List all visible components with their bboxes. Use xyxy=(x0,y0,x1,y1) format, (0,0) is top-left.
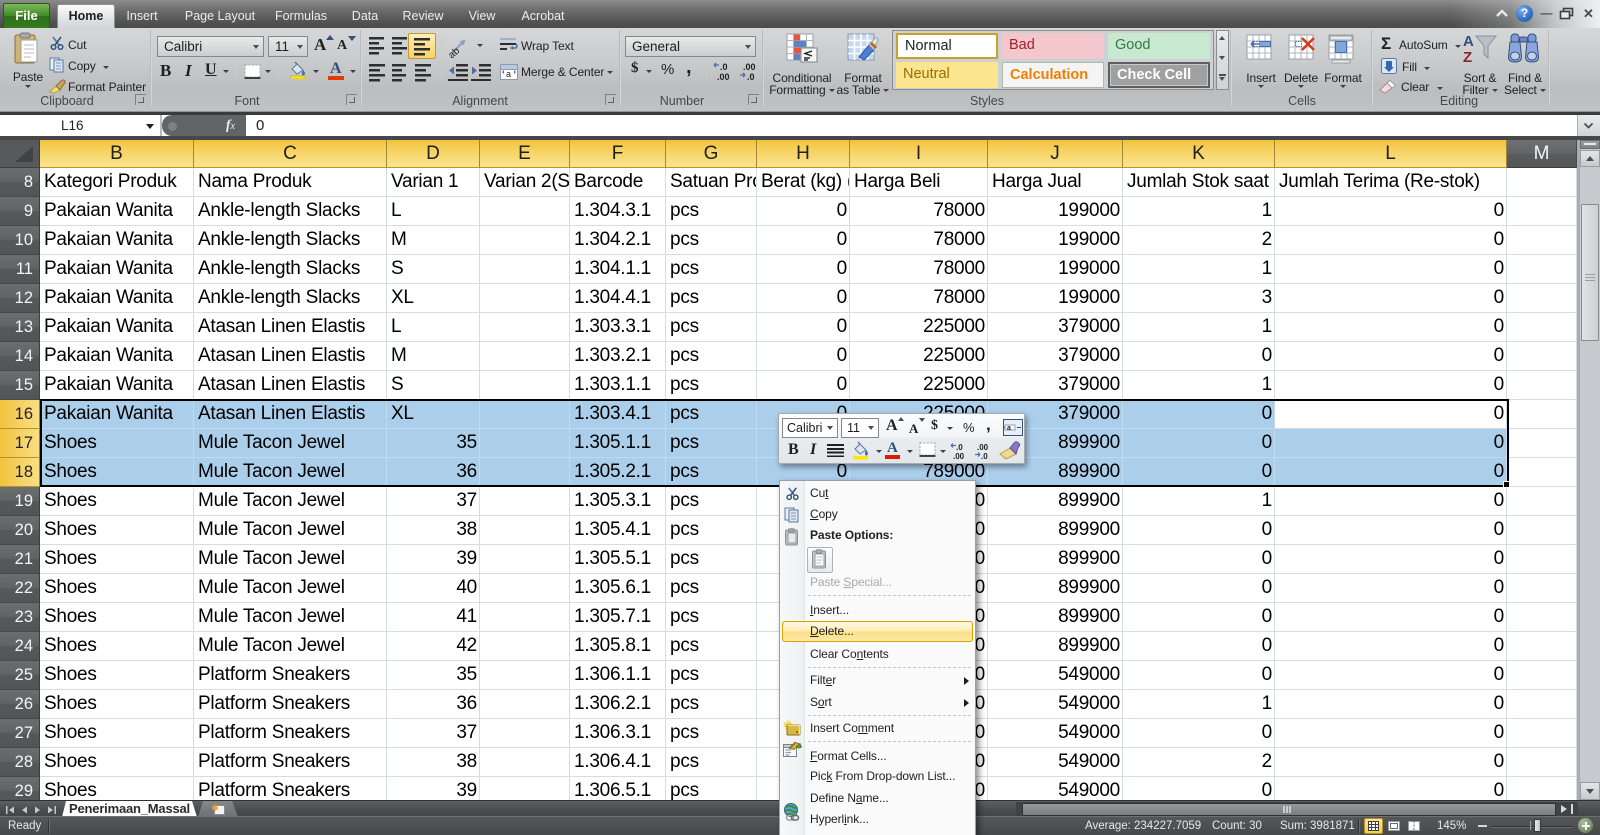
svg-text:a: a xyxy=(506,69,511,79)
svg-text:.0: .0 xyxy=(981,452,988,460)
svg-text:Z: Z xyxy=(1463,49,1472,66)
svg-text:a: a xyxy=(1007,425,1011,432)
svg-text:.0: .0 xyxy=(720,62,728,72)
svg-text:.00: .00 xyxy=(977,443,989,452)
svg-text:.00: .00 xyxy=(953,452,965,460)
svg-text:.0: .0 xyxy=(956,443,963,452)
svg-text:A: A xyxy=(1463,33,1474,50)
svg-text:.00: .00 xyxy=(743,62,756,72)
svg-text:.0: .0 xyxy=(747,72,755,81)
svg-text:ab: ab xyxy=(449,45,462,58)
svg-text:.00: .00 xyxy=(717,72,730,81)
